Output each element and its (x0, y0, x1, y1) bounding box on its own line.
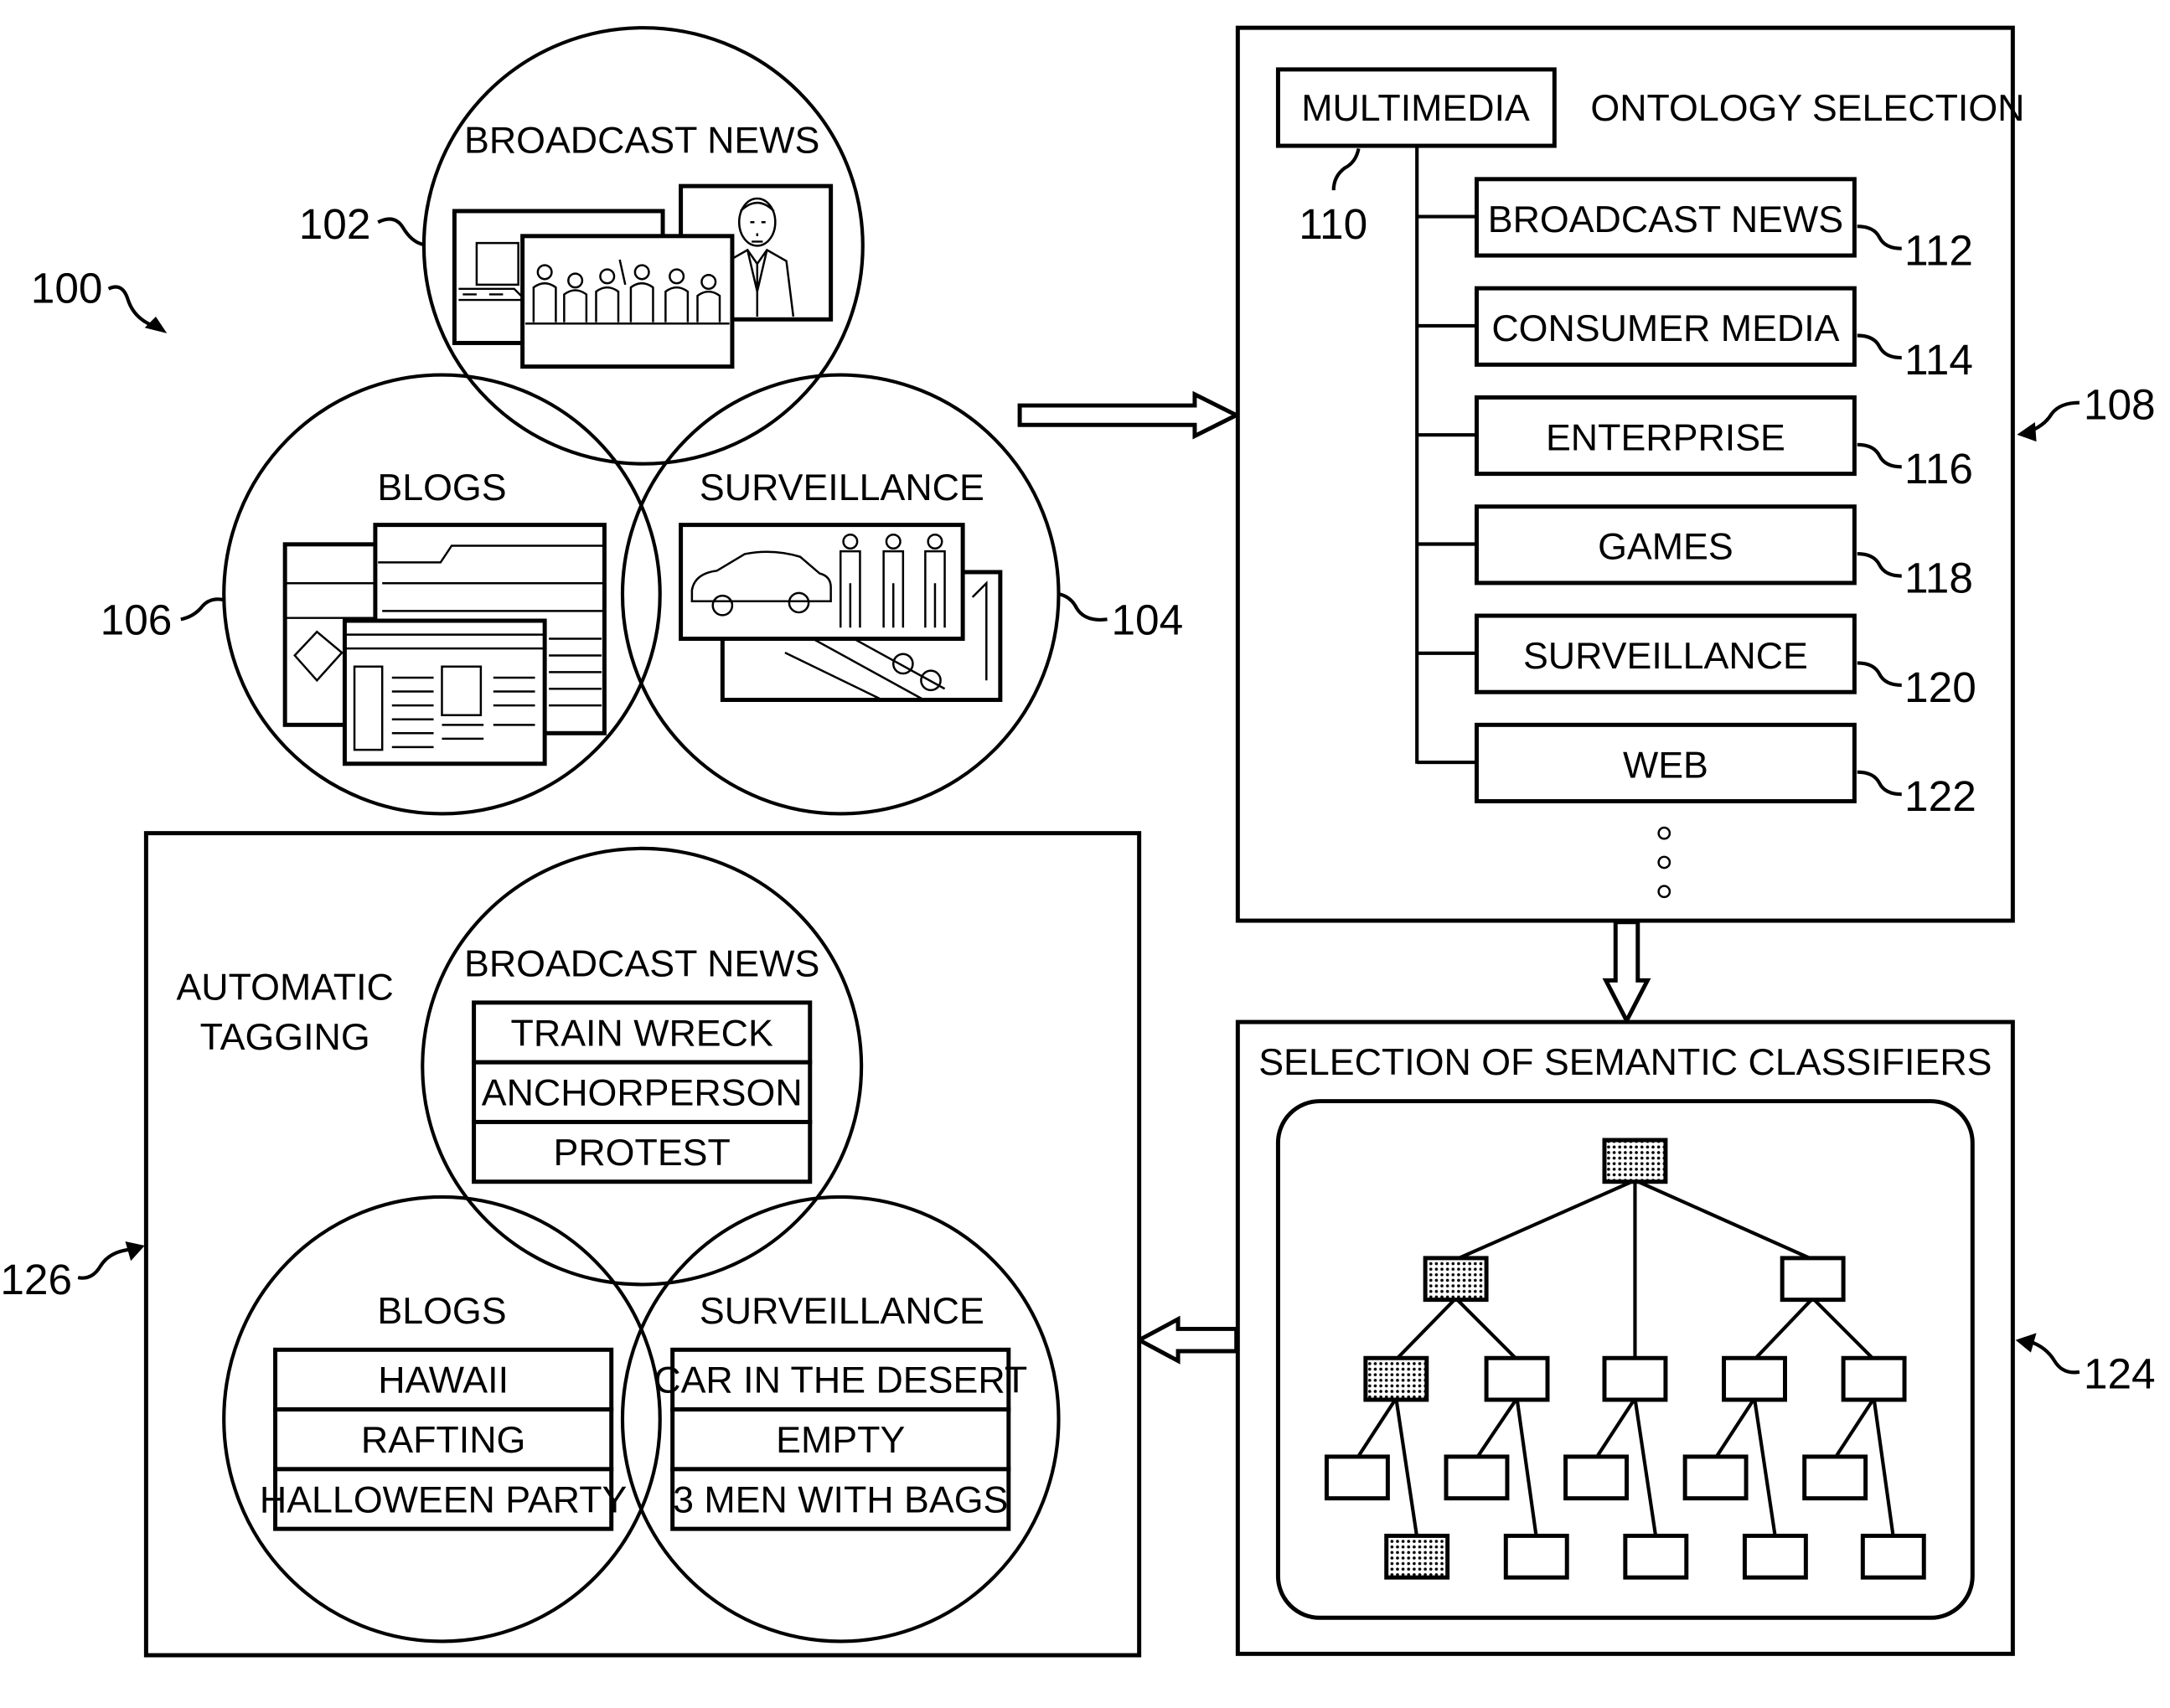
ref-126-leader (77, 1247, 129, 1280)
classifier-node-selected[interactable] (1602, 1138, 1668, 1184)
ref-124: 124 (2084, 1349, 2156, 1398)
ref-104: 104 (1111, 596, 1183, 644)
classifier-node-selected[interactable] (1384, 1533, 1450, 1580)
broadcast-label: BROADCAST NEWS (464, 119, 819, 161)
multimedia-root-label: MULTIMEDIA (1301, 87, 1530, 129)
automatic-tagging-panel: AUTOMATIC TAGGING 126 BROADCAST NEWS BLO… (0, 831, 1142, 1658)
ref-110: 110 (1299, 199, 1367, 248)
tag-blogs-label: BLOGS (377, 1290, 506, 1332)
classifier-node[interactable] (1623, 1533, 1689, 1580)
classifier-node-selected[interactable] (1423, 1256, 1489, 1303)
system-diagram: 100 BROADCAST NEWS BLOGS SURVEILLANCE 10… (0, 25, 2156, 1658)
tagging-title-line1: AUTOMATIC (176, 967, 393, 1009)
surveillance-label: SURVEILLANCE (700, 467, 984, 508)
ontology-item-ref: 118 (1904, 554, 1973, 602)
classifier-node[interactable] (1722, 1355, 1787, 1402)
classifier-node[interactable] (1484, 1355, 1550, 1402)
ontology-item-ref: 122 (1904, 771, 1976, 820)
classifier-node[interactable] (1860, 1533, 1926, 1580)
blog-pages-images (282, 523, 607, 766)
ref-108-arrowhead (2017, 421, 2037, 442)
tag-surveillance-label: SURVEILLANCE (700, 1290, 984, 1332)
classifiers-title: SELECTION OF SEMANTIC CLASSIFIERS (1258, 1041, 1992, 1083)
ref-106-leader (180, 597, 225, 622)
tag-label: TRAIN WRECK (511, 1012, 773, 1054)
tag-label: CAR IN THE DESERT (654, 1360, 1027, 1401)
ontology-item-ref: 116 (1904, 444, 1973, 493)
tag-broadcast-label: BROADCAST NEWS (464, 942, 819, 984)
classifier-node[interactable] (1802, 1454, 1868, 1501)
ontology-item-label: CONSUMER MEDIA (1491, 307, 1839, 349)
ref-102-leader (377, 217, 423, 246)
ref-104-leader (1059, 592, 1108, 622)
arrow-to-ontology (1017, 390, 1242, 440)
blogs-label: BLOGS (377, 467, 506, 508)
blogs-tag-list: HAWAII RAFTING HALLOWEEN PARTY (260, 1347, 628, 1531)
broadcast-news-images (452, 183, 834, 369)
classifier-node[interactable] (1780, 1256, 1846, 1303)
classifier-node[interactable] (1324, 1454, 1390, 1501)
tag-label: HAWAII (378, 1360, 509, 1401)
classifier-node-selected[interactable] (1363, 1355, 1429, 1402)
classifier-node[interactable] (1682, 1454, 1749, 1501)
classifier-node[interactable] (1841, 1355, 1907, 1402)
ref-106: 106 (101, 596, 173, 644)
tag-label: RAFTING (361, 1419, 525, 1461)
tagging-title-line2: TAGGING (200, 1016, 370, 1058)
ref-100: 100 (31, 263, 103, 312)
ref-102: 102 (299, 199, 371, 248)
tag-label: PROTEST (554, 1132, 731, 1174)
ref-124-leader (2028, 1339, 2080, 1375)
car-and-men-image (679, 523, 965, 642)
arrow-to-tagging (1134, 1315, 1239, 1365)
arrow-to-classifiers (1602, 920, 1651, 1025)
ontology-item-label: ENTERPRISE (1546, 416, 1785, 458)
semantic-classifiers-panel: SELECTION OF SEMANTIC CLASSIFIERS 124 (1235, 1019, 2156, 1656)
ref-100-arrowhead (144, 316, 168, 333)
ontology-item-label: SURVEILLANCE (1523, 635, 1808, 677)
ref-126-arrowhead (125, 1241, 145, 1262)
tag-label: HALLOWEEN PARTY (260, 1478, 628, 1520)
ontology-item-ref: 112 (1904, 226, 1973, 275)
protest-image (520, 234, 735, 369)
classifier-node[interactable] (1602, 1355, 1668, 1402)
surveillance-tag-list: CAR IN THE DESERT EMPTY 3 MEN WITH BAGS (654, 1347, 1027, 1531)
tag-label: 3 MEN WITH BAGS (673, 1478, 1008, 1520)
surveillance-images (679, 523, 1003, 702)
classifier-node[interactable] (1444, 1454, 1510, 1501)
classifier-node[interactable] (1563, 1454, 1629, 1501)
ontology-selection-panel: MULTIMEDIA ONTOLOGY SELECTION 110 108 BR… (1235, 25, 2156, 923)
ref-124-arrowhead (2015, 1333, 2037, 1353)
ontology-item-label: WEB (1623, 744, 1708, 786)
ref-108: 108 (2084, 380, 2156, 429)
classifier-node[interactable] (1742, 1533, 1808, 1580)
ontology-item-label: BROADCAST NEWS (1488, 199, 1843, 240)
ontology-item-ref: 114 (1904, 335, 1973, 384)
classifier-node[interactable] (1503, 1533, 1569, 1580)
ontology-item-ref: 120 (1904, 663, 1976, 711)
ontology-title: ONTOLOGY SELECTION (1590, 87, 2024, 129)
tag-label: EMPTY (776, 1419, 905, 1461)
ref-126: 126 (0, 1255, 72, 1303)
broadcast-tag-list: TRAIN WRECK ANCHORPERSON PROTEST (472, 1000, 813, 1184)
tag-label: ANCHORPERSON (482, 1072, 803, 1114)
ontology-item-label: GAMES (1598, 526, 1733, 568)
